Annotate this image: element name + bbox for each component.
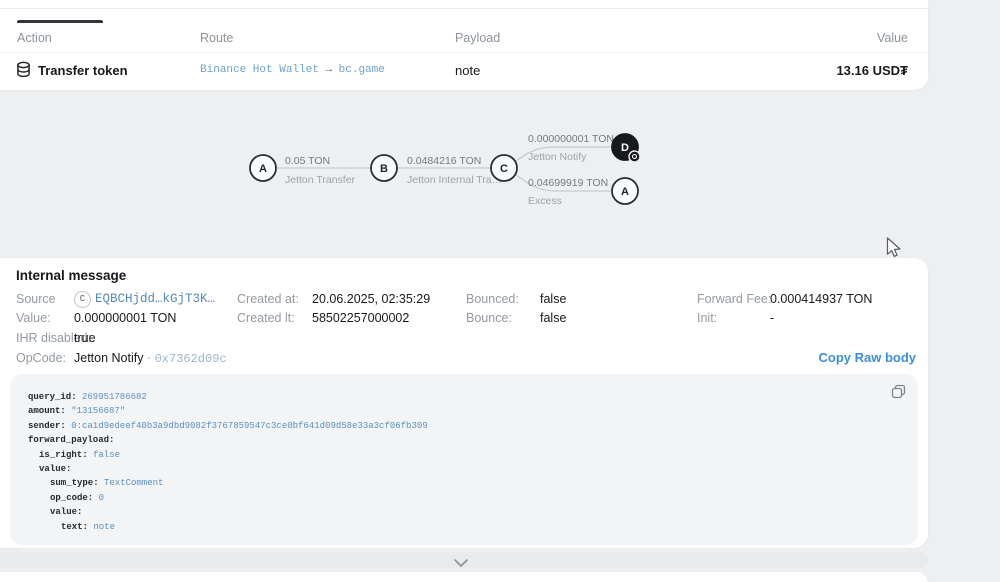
- edge-amount: 0.000000001 TON: [528, 133, 614, 145]
- code-line: op_code:0: [28, 491, 900, 505]
- payload-cell: note: [455, 63, 480, 78]
- token-icon: [16, 61, 31, 83]
- init-label: Init:: [697, 311, 717, 325]
- code-line: value:: [28, 505, 900, 519]
- card-title: Internal message: [16, 268, 126, 283]
- value-label: Value:: [16, 311, 51, 325]
- created-lt-label: Created lt:: [237, 311, 295, 325]
- internal-message-card: Internal message Source C EQBCHjdd…kGjT3…: [0, 258, 928, 548]
- ihr-disabled-value: true: [74, 331, 96, 345]
- svg-text:A[interactable]: A: [621, 186, 629, 198]
- trace-node-b[interactable]: B: [371, 155, 397, 181]
- action-name: Transfer token: [38, 63, 128, 78]
- edge-amount: 0.04699919 TON: [528, 177, 608, 189]
- route-cell[interactable]: Binance Hot Wallet → bc.game: [200, 64, 385, 76]
- code-line: query_id:269951786682: [28, 390, 900, 404]
- created-lt-value: 58502257000002: [312, 311, 409, 325]
- column-header-route: Route: [200, 31, 233, 45]
- code-line: amount:"13156687": [28, 404, 900, 418]
- source-label: Source: [16, 292, 56, 306]
- code-line: text:note: [28, 520, 900, 534]
- svg-text:C[interactable]: C: [500, 163, 508, 175]
- svg-text:A[interactable]: A: [259, 163, 267, 175]
- opcode-value: Jetton Notify · 0x7362d09c: [74, 351, 227, 366]
- svg-text:B[interactable]: B: [380, 163, 388, 175]
- source-avatar: C: [74, 291, 91, 308]
- column-header-payload: Payload: [455, 31, 500, 45]
- code-line: value:: [28, 462, 900, 476]
- trace-node-a2[interactable]: A: [612, 178, 638, 204]
- copy-code-icon[interactable]: [891, 384, 906, 404]
- message-body-code-block: query_id:269951786682 amount:"13156687" …: [10, 374, 918, 545]
- code-line: sender:0:ca1d9edeef40b3a9dbd9082f3767859…: [28, 419, 900, 433]
- chevron-down-icon[interactable]: [453, 555, 469, 573]
- bounced-label: Bounced:: [466, 292, 519, 306]
- tonviewer-transaction-page: Action Route Payload Value Transfer toke…: [0, 0, 1000, 582]
- opcode-hex: 0x7362d09c: [155, 352, 227, 366]
- forward-fee-label: Forward Fee:: [697, 292, 771, 306]
- bounce-label: Bounce:: [466, 311, 512, 325]
- created-at-label: Created at:: [237, 292, 299, 306]
- edge-label: Jetton Transfer: [285, 174, 356, 186]
- opcode-separator: ·: [143, 351, 154, 365]
- expand-band[interactable]: [0, 552, 928, 568]
- transaction-trace-diagram: 0.05 TON Jetton Transfer 0.0484216 TON J…: [0, 90, 928, 258]
- source-address-link[interactable]: EQBCHjdd…kGjT3K…: [95, 292, 215, 306]
- bounced-value: false: [540, 292, 566, 306]
- value-amount: 0.000000001 TON: [74, 311, 176, 325]
- svg-text:D[interactable]: D: [621, 142, 629, 154]
- column-header-value: Value: [877, 31, 908, 45]
- edge-label: Jetton Notify: [528, 151, 587, 163]
- route-arrow-icon: →: [325, 64, 332, 76]
- edge-amount: 0.05 TON: [285, 155, 330, 167]
- trace-node-a1[interactable]: A: [250, 155, 276, 181]
- divider: [0, 8, 928, 9]
- bounce-value: false: [540, 311, 566, 325]
- code-line: is_right:false: [28, 448, 900, 462]
- code-line: forward_payload:: [28, 433, 900, 447]
- route-from-link[interactable]: Binance Hot Wallet: [200, 64, 319, 76]
- code-line: sum_type:TextComment: [28, 476, 900, 490]
- forward-fee-value: 0.000414937 TON: [770, 292, 872, 306]
- edge-label: Excess: [528, 195, 562, 207]
- trace-node-c[interactable]: C: [491, 155, 517, 181]
- created-at-value: 20.06.2025, 02:35:29: [312, 292, 430, 306]
- edge-amount: 0.0484216 TON: [407, 155, 481, 167]
- opcode-label: OpCode:: [16, 351, 66, 365]
- next-message-card: [0, 572, 928, 582]
- edge-label: Jetton Internal Tra…: [407, 174, 502, 186]
- trace-node-d[interactable]: D: [612, 134, 640, 162]
- route-to-link[interactable]: bc.game: [339, 64, 385, 76]
- actions-table-card: Action Route Payload Value Transfer toke…: [0, 0, 928, 90]
- divider: [0, 52, 928, 53]
- opcode-name: Jetton Notify: [74, 351, 143, 365]
- active-tab-indicator: [17, 20, 103, 23]
- copy-raw-body-link[interactable]: Copy Raw body: [818, 350, 916, 365]
- init-value: -: [770, 311, 774, 325]
- node-info-badge-icon: [629, 151, 640, 162]
- value-cell: 13.16 USD₮: [836, 63, 908, 78]
- column-header-action: Action: [17, 31, 52, 45]
